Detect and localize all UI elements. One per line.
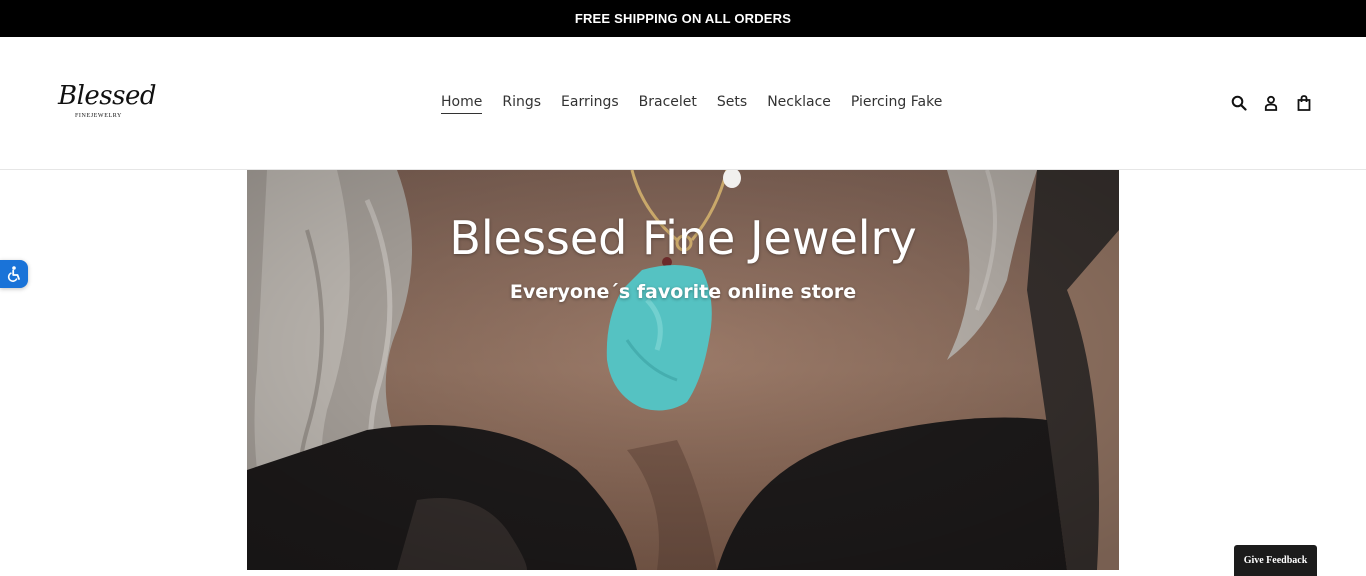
search-button[interactable] bbox=[1229, 93, 1249, 113]
logo-tagline: FINEJEWELRY bbox=[75, 113, 122, 119]
accessibility-icon bbox=[7, 266, 20, 282]
search-icon bbox=[1231, 95, 1247, 111]
cart-icon bbox=[1297, 95, 1311, 111]
nav-item-earrings[interactable]: Earrings bbox=[561, 93, 619, 113]
accessibility-button[interactable] bbox=[0, 260, 28, 288]
site-header: Blessed FINEJEWELRY Home Rings Earrings … bbox=[0, 37, 1366, 170]
nav-item-sets[interactable]: Sets bbox=[717, 93, 747, 113]
account-icon bbox=[1264, 95, 1278, 111]
nav-item-necklace[interactable]: Necklace bbox=[767, 93, 831, 113]
logo-wordmark: Blessed bbox=[58, 81, 157, 111]
hero-title: Blessed Fine Jewelry bbox=[449, 211, 917, 265]
account-button[interactable] bbox=[1261, 93, 1281, 113]
nav-item-home[interactable]: Home bbox=[441, 93, 483, 114]
nav-item-rings[interactable]: Rings bbox=[502, 93, 541, 113]
give-feedback-button[interactable]: Give Feedback bbox=[1234, 545, 1317, 576]
nav-item-bracelet[interactable]: Bracelet bbox=[639, 93, 697, 113]
logo[interactable]: Blessed FINEJEWELRY bbox=[58, 81, 157, 125]
hero-banner: Blessed Fine Jewelry Everyone´s favorite… bbox=[247, 170, 1119, 570]
nav-item-piercing-fake[interactable]: Piercing Fake bbox=[851, 93, 942, 113]
main-nav: Home Rings Earrings Bracelet Sets Neckla… bbox=[441, 92, 942, 114]
cart-button[interactable] bbox=[1294, 93, 1314, 113]
announcement-bar: FREE SHIPPING ON ALL ORDERS bbox=[0, 0, 1366, 37]
announcement-text: FREE SHIPPING ON ALL ORDERS bbox=[574, 11, 792, 26]
hero-subtitle: Everyone´s favorite online store bbox=[509, 281, 857, 303]
